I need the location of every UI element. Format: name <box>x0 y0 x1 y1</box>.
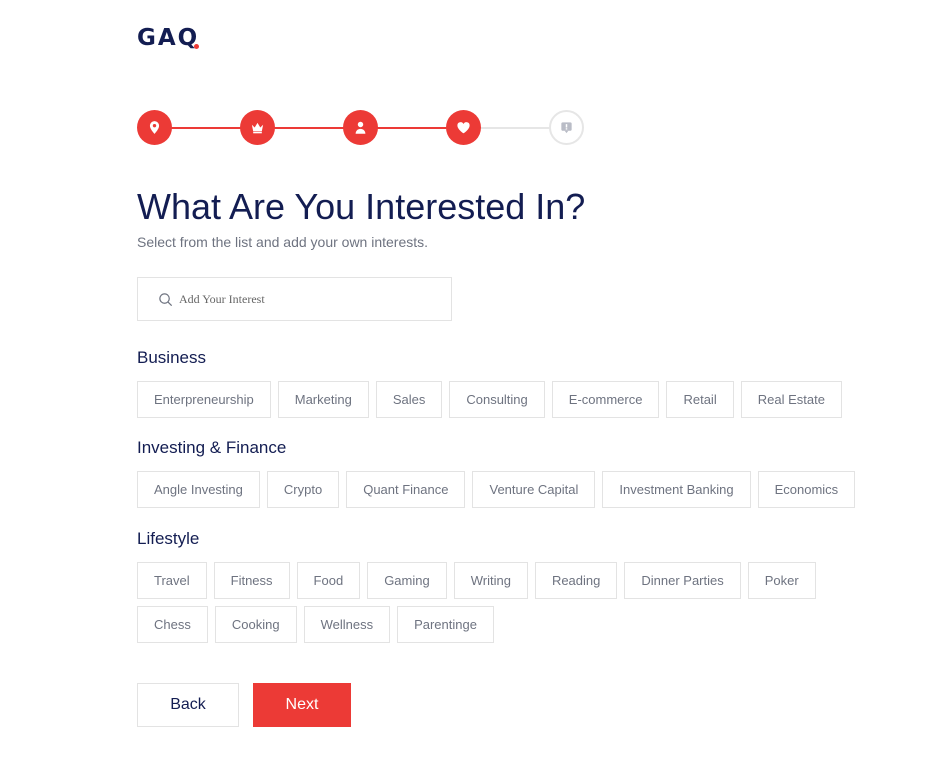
profile-card-icon <box>561 122 572 134</box>
interest-chip[interactable]: Fitness <box>213 562 290 599</box>
step-interests[interactable] <box>446 110 481 145</box>
interest-chip[interactable]: Crypto <box>266 471 340 508</box>
interest-chip[interactable]: Investment Banking <box>602 471 751 508</box>
stepper-connector <box>274 127 344 129</box>
stepper-connector <box>377 127 447 129</box>
interest-chip[interactable]: Chess <box>137 606 208 643</box>
chip-group-investing-finance: Angle Investing Crypto Quant Finance Ven… <box>137 471 877 508</box>
interest-chip[interactable]: Poker <box>747 562 816 599</box>
interest-chip[interactable]: Wellness <box>303 606 391 643</box>
chip-group-lifestyle: Travel Fitness Food Gaming Writing Readi… <box>137 562 877 643</box>
interest-chip[interactable]: Consulting <box>449 381 545 418</box>
interest-chip[interactable]: Food <box>296 562 361 599</box>
brand-logo[interactable]: GAQ <box>137 24 200 52</box>
interest-chip[interactable]: Economics <box>757 471 856 508</box>
search-icon <box>159 292 172 306</box>
crown-icon <box>251 122 264 134</box>
interest-chip[interactable]: E-commerce <box>551 381 660 418</box>
interest-chip[interactable]: Cooking <box>214 606 297 643</box>
progress-stepper <box>137 110 585 146</box>
step-profile[interactable] <box>343 110 378 145</box>
category-title-investing-finance: Investing & Finance <box>137 438 287 457</box>
interest-chip[interactable]: Dinner Parties <box>624 562 741 599</box>
interest-chip[interactable]: Retail <box>666 381 734 418</box>
interest-chip[interactable]: Enterpreneurship <box>137 381 271 418</box>
next-button[interactable]: Next <box>253 683 351 727</box>
user-icon <box>355 121 366 134</box>
interest-chip[interactable]: Gaming <box>367 562 447 599</box>
interest-chip[interactable]: Reading <box>534 562 618 599</box>
interest-search-input[interactable] <box>179 291 439 307</box>
interest-chip[interactable]: Writing <box>453 562 528 599</box>
location-pin-icon <box>149 121 160 134</box>
interest-chip[interactable]: Parentinge <box>397 606 494 643</box>
interest-chip[interactable]: Real Estate <box>740 381 842 418</box>
interest-search-box[interactable] <box>137 277 452 321</box>
step-crown[interactable] <box>240 110 275 145</box>
step-final[interactable] <box>549 110 584 145</box>
heart-icon <box>457 122 470 134</box>
chip-group-business: Enterpreneurship Marketing Sales Consult… <box>137 381 877 418</box>
interest-chip[interactable]: Angle Investing <box>137 471 260 508</box>
page-subtitle: Select from the list and add your own in… <box>137 234 429 250</box>
stepper-connector <box>171 127 241 129</box>
back-button[interactable]: Back <box>137 683 239 727</box>
category-title-business: Business <box>137 348 206 367</box>
category-title-lifestyle: Lifestyle <box>137 529 200 548</box>
interest-chip[interactable]: Marketing <box>277 381 369 418</box>
interest-chip[interactable]: Travel <box>137 562 207 599</box>
logo-text: GAQ <box>137 25 200 51</box>
page-title: What Are You Interested In? <box>137 186 586 227</box>
interest-chip[interactable]: Venture Capital <box>472 471 596 508</box>
interest-chip[interactable]: Quant Finance <box>346 471 466 508</box>
step-location[interactable] <box>137 110 172 145</box>
interest-chip[interactable]: Sales <box>375 381 443 418</box>
stepper-connector <box>480 127 550 129</box>
